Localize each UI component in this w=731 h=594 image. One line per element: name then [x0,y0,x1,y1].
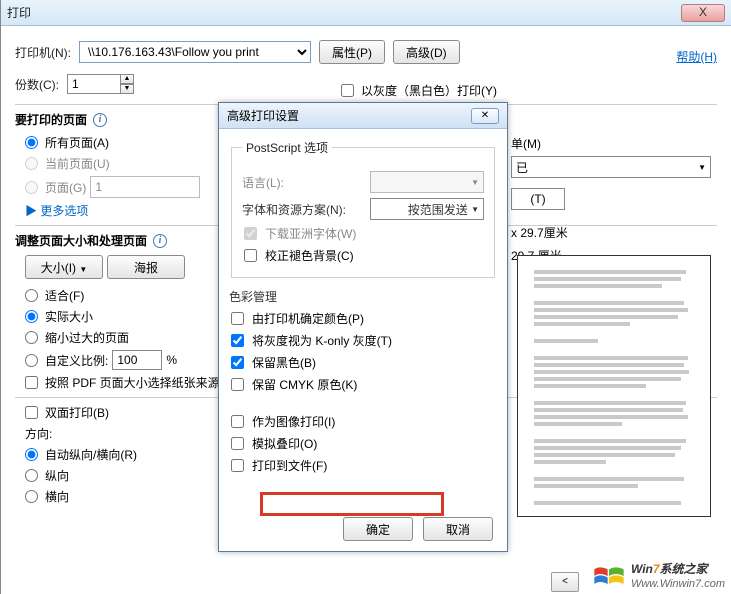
paper-area: 单(M) 已▼ (T) x 29.7厘米 29.7 厘米 [511,135,711,264]
keep-cmyk-checkbox[interactable] [231,378,244,391]
prev-page-button[interactable]: < [551,572,579,592]
windows-icon [593,562,625,590]
paper-size-1: x 29.7厘米 [511,224,711,241]
pages-all-radio[interactable] [25,136,38,149]
properties-button[interactable]: 属性(P) [319,40,385,64]
poster-button[interactable]: 海报 [107,255,185,279]
download-asian-checkbox [244,227,257,240]
pages-range-input [90,176,200,198]
advanced-button[interactable]: 高级(D) [393,40,460,64]
konly-checkbox[interactable] [231,334,244,347]
custom-radio[interactable] [25,354,38,367]
adv-titlebar: 高级打印设置 ✕ [219,103,507,129]
size-button[interactable]: 大小(I) ▼ [25,255,103,279]
adv-ok-button[interactable]: 确定 [343,517,413,541]
close-button[interactable]: X [681,4,725,22]
orientation-portrait-radio[interactable] [25,469,38,482]
copies-input[interactable] [67,74,121,94]
watermark: Win7系统之家 Www.Winwin7.com [593,561,725,590]
info-icon[interactable]: i [93,113,107,127]
paper-option-button[interactable]: (T) [511,188,565,210]
copies-label: 份数(C): [15,76,59,93]
pages-range-radio [25,181,38,194]
advanced-print-settings-dialog: 高级打印设置 ✕ PostScript 选项 语言(L): ▼ 字体和资源方案(… [218,102,508,552]
copies-spinner: ▲ ▼ [67,74,134,94]
titlebar: 打印 X [1,0,731,26]
help-link[interactable]: 帮助(H) [676,48,717,65]
window-title: 打印 [7,4,681,21]
printer-color-checkbox[interactable] [231,312,244,325]
grayscale-row: 以灰度（黑白色）打印(Y) [341,82,497,99]
adv-close-button[interactable]: ✕ [471,108,499,124]
actual-radio[interactable] [25,310,38,323]
font-scheme-select[interactable]: 按范围发送 ▼ [370,198,484,220]
shrink-radio[interactable] [25,331,38,344]
color-mgmt-title: 色彩管理 [229,288,497,305]
lang-select: ▼ [370,171,484,193]
postscript-fieldset: PostScript 选项 语言(L): ▼ 字体和资源方案(N): 按范围发送… [231,139,495,278]
keep-black-checkbox[interactable] [231,356,244,369]
page-preview [517,255,711,517]
print-to-file-checkbox[interactable] [231,459,244,472]
pages-current-radio [25,157,38,170]
paper-unit-select[interactable]: 已▼ [511,156,711,178]
paper-unit-label: 单(M) [511,135,711,152]
duplex-checkbox[interactable] [25,406,38,419]
grayscale-checkbox[interactable] [341,84,354,97]
printer-label: 打印机(N): [15,44,71,61]
font-scheme-label: 字体和资源方案(N): [242,201,362,218]
printer-select[interactable]: \\10.176.163.43\Follow you print [79,41,311,63]
printer-row: 打印机(N): \\10.176.163.43\Follow you print… [15,40,717,64]
copies-up[interactable]: ▲ [120,74,134,84]
orientation-landscape-radio[interactable] [25,490,38,503]
copies-down[interactable]: ▼ [120,84,134,94]
correct-bg-checkbox[interactable] [244,249,257,262]
info-icon[interactable]: i [153,234,167,248]
adv-cancel-button[interactable]: 取消 [423,517,493,541]
postscript-legend: PostScript 选项 [242,139,332,156]
fit-radio[interactable] [25,289,38,302]
lang-label: 语言(L): [242,174,362,191]
choose-paper-by-pdf-checkbox[interactable] [25,376,38,389]
simulate-overprint-checkbox[interactable] [231,437,244,450]
adv-title: 高级打印设置 [227,107,471,124]
grayscale-label: 以灰度（黑白色）打印(Y) [361,82,497,99]
print-as-image-checkbox[interactable] [231,415,244,428]
orientation-auto-radio[interactable] [25,448,38,461]
custom-scale-input[interactable] [112,350,162,370]
